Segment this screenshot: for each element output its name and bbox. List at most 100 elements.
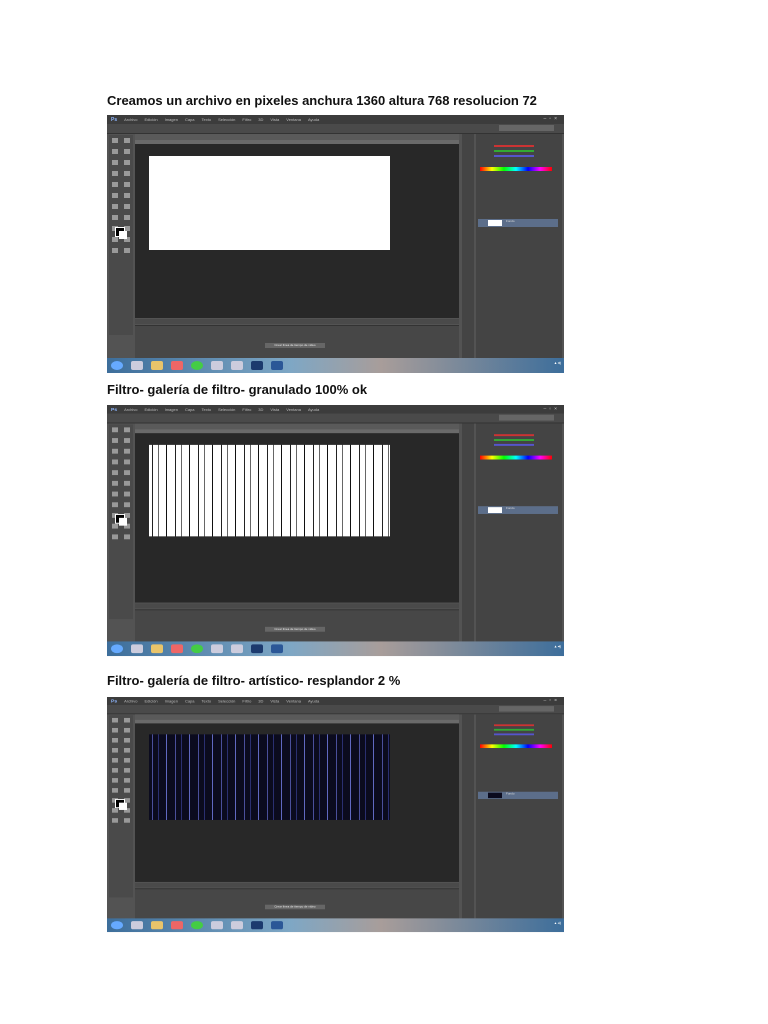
chrome-icon[interactable] bbox=[191, 644, 203, 654]
app-icon[interactable] bbox=[211, 361, 223, 370]
menu-texto[interactable]: Texto bbox=[202, 699, 212, 704]
media-icon[interactable] bbox=[131, 644, 143, 654]
firefox-icon[interactable] bbox=[171, 921, 183, 930]
clock: ▴ ◂) bbox=[554, 360, 561, 365]
start-icon[interactable] bbox=[111, 644, 123, 654]
word-icon[interactable] bbox=[271, 361, 283, 370]
menu-imagen[interactable]: Imagen bbox=[165, 699, 178, 704]
menu-archivo[interactable]: Archivo bbox=[124, 699, 137, 704]
layer-row[interactable]: Fondo bbox=[478, 791, 558, 800]
window-controls-icon[interactable]: –▫× bbox=[544, 116, 560, 122]
media-icon[interactable] bbox=[131, 361, 143, 370]
timeline-panel: Crear línea de tiempo de vídeo bbox=[135, 609, 459, 643]
chrome-icon[interactable] bbox=[191, 361, 203, 370]
window-controls-icon[interactable]: –▫× bbox=[544, 698, 560, 703]
menu-filtro[interactable]: Filtro bbox=[242, 699, 251, 704]
layer-row[interactable]: Fondo bbox=[478, 506, 558, 514]
menu-filtro[interactable]: Filtro bbox=[242, 407, 251, 412]
app-icon[interactable] bbox=[211, 921, 223, 930]
workspace-select[interactable] bbox=[499, 706, 554, 712]
folder-icon[interactable] bbox=[151, 361, 163, 370]
color-sliders[interactable] bbox=[494, 431, 534, 449]
menu-archivo[interactable]: Archivo bbox=[124, 117, 137, 122]
window-controls-icon[interactable]: –▫× bbox=[544, 406, 560, 412]
app-icon-2[interactable] bbox=[231, 644, 243, 654]
layer-row[interactable]: Fondo bbox=[478, 219, 558, 227]
color-spectrum[interactable] bbox=[480, 167, 552, 171]
firefox-icon[interactable] bbox=[171, 361, 183, 370]
menu-seleccion[interactable]: Selección bbox=[218, 699, 235, 704]
menu-edicion[interactable]: Edición bbox=[144, 117, 157, 122]
word-icon[interactable] bbox=[271, 644, 283, 654]
document-image[interactable] bbox=[149, 156, 390, 250]
color-spectrum[interactable] bbox=[480, 744, 552, 749]
tools-panel[interactable] bbox=[109, 424, 133, 620]
background-color[interactable] bbox=[119, 517, 127, 526]
chrome-icon[interactable] bbox=[191, 921, 203, 930]
menu-vista[interactable]: Vista bbox=[270, 699, 279, 704]
document-image[interactable] bbox=[149, 444, 390, 537]
layer-thumbnail bbox=[488, 507, 502, 514]
photoshop-taskbar-icon[interactable] bbox=[251, 644, 263, 654]
menu-vista[interactable]: Vista bbox=[270, 117, 279, 122]
caption-1: Creamos un archivo en pixeles anchura 13… bbox=[107, 93, 537, 108]
firefox-icon[interactable] bbox=[171, 644, 183, 654]
folder-icon[interactable] bbox=[151, 644, 163, 654]
create-video-timeline-button[interactable]: Crear línea de tiempo de vídeo bbox=[265, 904, 325, 910]
media-icon[interactable] bbox=[131, 921, 143, 930]
menu-ayuda[interactable]: Ayuda bbox=[308, 407, 319, 412]
menu-texto[interactable]: Texto bbox=[202, 117, 212, 122]
app-icon-2[interactable] bbox=[231, 921, 243, 930]
panel-icons-strip[interactable] bbox=[462, 714, 474, 919]
color-spectrum[interactable] bbox=[480, 455, 552, 460]
background-color[interactable] bbox=[119, 231, 127, 239]
app-icon[interactable] bbox=[211, 644, 223, 654]
menu-edicion[interactable]: Edición bbox=[144, 699, 157, 704]
create-video-timeline-button[interactable]: Crear línea de tiempo de vídeo bbox=[265, 626, 325, 632]
photoshop-taskbar-icon[interactable] bbox=[251, 361, 263, 370]
menu-imagen[interactable]: Imagen bbox=[165, 407, 178, 412]
menu-capa[interactable]: Capa bbox=[185, 117, 195, 122]
menu-archivo[interactable]: Archivo bbox=[124, 407, 137, 412]
tools-panel[interactable] bbox=[109, 715, 133, 898]
document-image[interactable] bbox=[149, 734, 390, 820]
photoshop-taskbar-icon[interactable] bbox=[251, 921, 263, 930]
status-bar bbox=[135, 319, 459, 324]
menu-imagen[interactable]: Imagen bbox=[165, 117, 178, 122]
start-icon[interactable] bbox=[111, 921, 123, 930]
menu-3d[interactable]: 3D bbox=[258, 699, 263, 704]
color-sliders[interactable] bbox=[494, 722, 534, 738]
menu-capa[interactable]: Capa bbox=[185, 699, 195, 704]
menu-ventana[interactable]: Ventana bbox=[286, 407, 301, 412]
start-icon[interactable] bbox=[111, 361, 123, 370]
menu-bar: Ps Archivo Edición Imagen Capa Texto Sel… bbox=[107, 697, 564, 706]
folder-icon[interactable] bbox=[151, 921, 163, 930]
word-icon[interactable] bbox=[271, 921, 283, 930]
menu-bar: Ps Archivo Edición Imagen Capa Texto Sel… bbox=[107, 115, 564, 124]
menu-ayuda[interactable]: Ayuda bbox=[308, 699, 319, 704]
menu-seleccion[interactable]: Selección bbox=[218, 407, 235, 412]
menu-ventana[interactable]: Ventana bbox=[286, 699, 301, 704]
create-video-timeline-button[interactable]: Crear línea de tiempo de vídeo bbox=[265, 343, 325, 348]
clock: ▴ ◂) bbox=[554, 643, 561, 649]
menu-seleccion[interactable]: Selección bbox=[218, 117, 235, 122]
workspace-select[interactable] bbox=[499, 125, 554, 131]
menu-texto[interactable]: Texto bbox=[202, 407, 212, 412]
background-color[interactable] bbox=[119, 802, 127, 810]
layer-thumbnail bbox=[488, 792, 502, 799]
menu-vista[interactable]: Vista bbox=[270, 407, 279, 412]
menu-filtro[interactable]: Filtro bbox=[242, 117, 251, 122]
menu-capa[interactable]: Capa bbox=[185, 407, 195, 412]
color-sliders[interactable] bbox=[494, 142, 534, 160]
app-icon-2[interactable] bbox=[231, 361, 243, 370]
menu-3d[interactable]: 3D bbox=[258, 117, 263, 122]
tools-panel[interactable] bbox=[109, 135, 133, 335]
menu-ventana[interactable]: Ventana bbox=[286, 117, 301, 122]
workspace-select[interactable] bbox=[499, 414, 554, 421]
menu-edicion[interactable]: Edición bbox=[144, 407, 157, 412]
panel-icons-strip[interactable] bbox=[462, 423, 474, 642]
panel-icons-strip[interactable] bbox=[462, 134, 474, 358]
menu-3d[interactable]: 3D bbox=[258, 407, 263, 412]
menu-ayuda[interactable]: Ayuda bbox=[308, 117, 319, 122]
timeline-panel: Crear línea de tiempo de vídeo bbox=[135, 888, 459, 920]
